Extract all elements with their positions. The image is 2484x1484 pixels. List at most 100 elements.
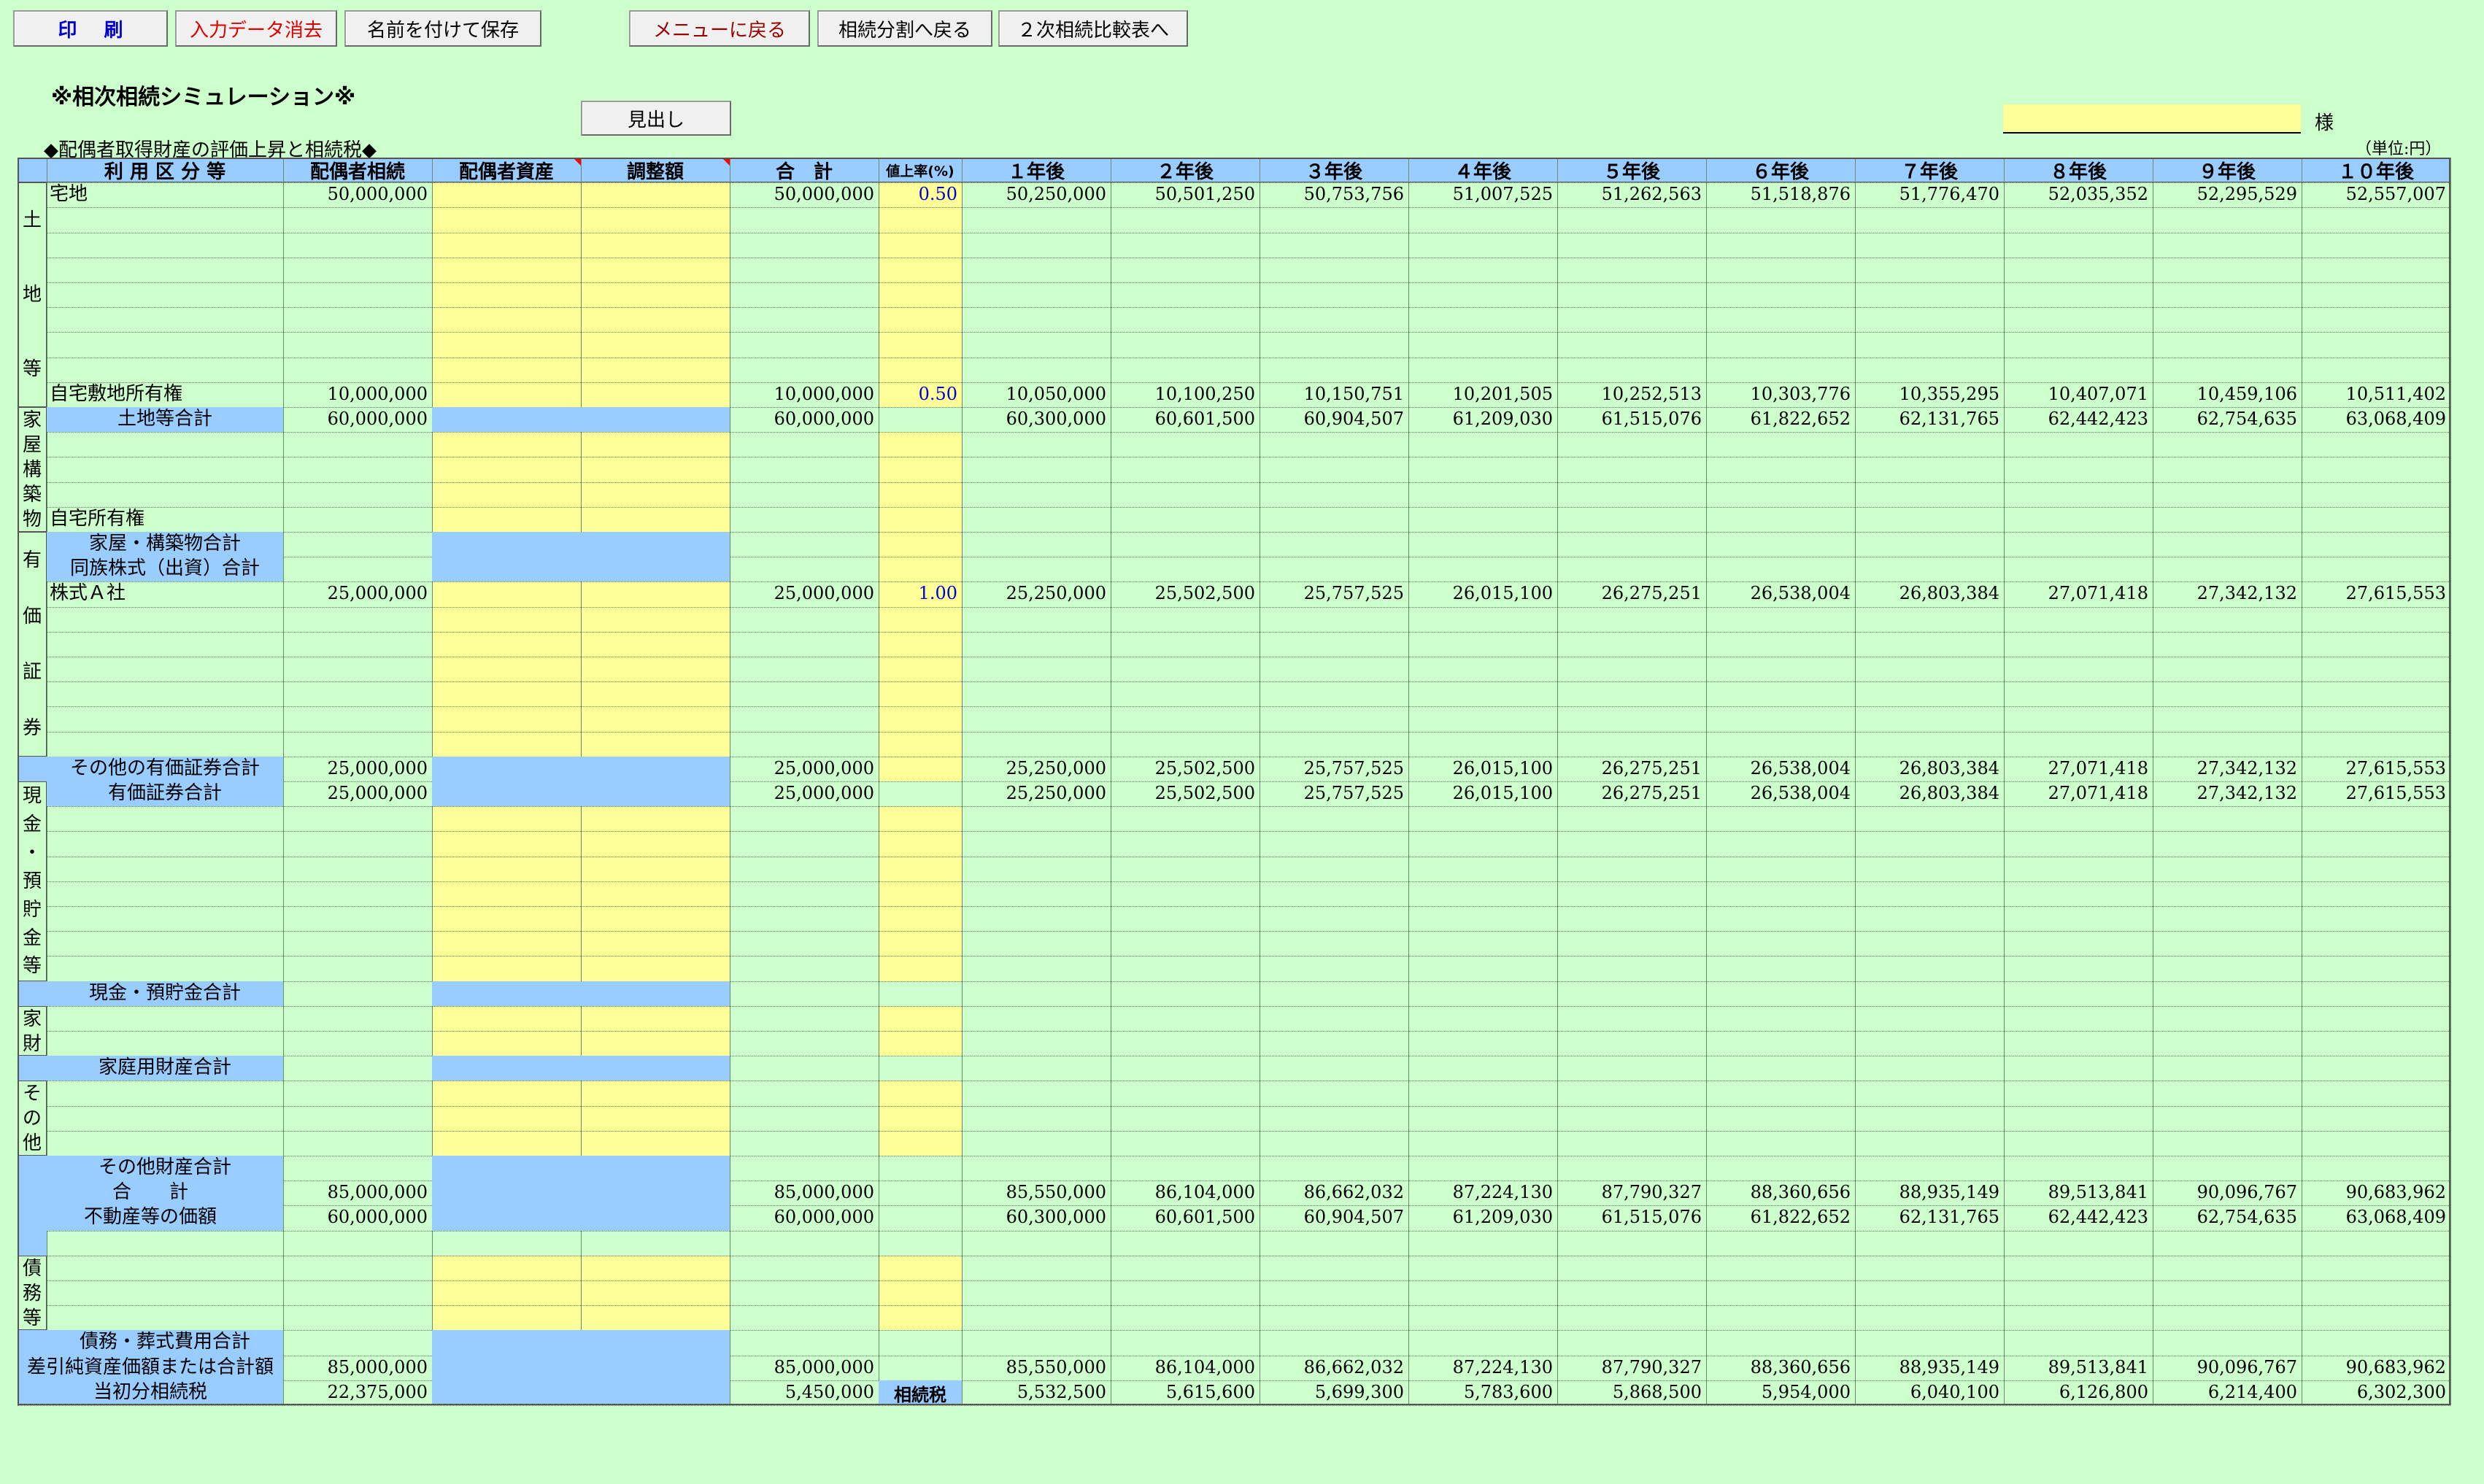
- input-block-spouse-assets[interactable]: [432, 182, 581, 407]
- back-to-division-button[interactable]: 相続分割へ戻る: [817, 10, 992, 47]
- takuchi-row-spouse: 50,000,000: [327, 184, 428, 204]
- save-as-button[interactable]: 名前を付けて保存: [344, 10, 541, 47]
- land-total-row-year-7: 62,131,765: [1899, 409, 1999, 429]
- land-total-row-year-2: 60,601,500: [1154, 409, 1255, 429]
- unit-label: （単位:円）: [2356, 140, 2442, 158]
- grand-total-row-spouse: 85,000,000: [327, 1182, 428, 1202]
- column-header-year: ５年後: [1602, 161, 1660, 183]
- row-divider: [18, 681, 2450, 682]
- building-total-row-bg-a: [432, 532, 730, 557]
- takuchi-row-year-4: 51,007,525: [1452, 184, 1553, 204]
- stock-a-row-year-8: 27,071,418: [2048, 583, 2148, 603]
- input-block-rate[interactable]: [879, 806, 962, 981]
- initial-tax-row-year-10: 6,302,300: [2356, 1382, 2446, 1402]
- section-label-cash: 現金・預貯金等: [18, 781, 47, 981]
- securities-total-row-year-2: 25,502,500: [1154, 783, 1255, 803]
- stock-a-row-year-6: 26,538,004: [1750, 583, 1851, 603]
- compare-secondary-button[interactable]: ２次相続比較表へ: [998, 10, 1188, 47]
- row-divider: [18, 282, 2450, 283]
- input-block-spouse-assets[interactable]: [432, 557, 581, 781]
- land-total-row-year-8: 62,442,423: [2048, 409, 2148, 429]
- other-securities-total-row-year-4: 26,015,100: [1452, 758, 1553, 778]
- takuchi-row-year-9: 52,295,529: [2196, 184, 2297, 204]
- home-land-row-total: 10,000,000: [774, 384, 874, 404]
- other-assets-total-row-label: その他財産合計: [98, 1156, 231, 1178]
- column-header-year: ７年後: [1900, 161, 1958, 183]
- takuchi-row-label: 宅地: [50, 183, 88, 205]
- grand-total-row-year-7: 88,935,149: [1899, 1182, 1999, 1202]
- column-header-total: 合 計: [775, 161, 833, 183]
- initial-tax-row-year-3: 5,699,300: [1314, 1382, 1404, 1402]
- other-assets-total-row-bg-a: [432, 1156, 730, 1180]
- takuchi-row-year-10: 52,557,007: [2345, 184, 2446, 204]
- input-block-spouse-assets[interactable]: [432, 1256, 581, 1330]
- initial-tax-row-bg-a: [432, 1380, 730, 1405]
- input-block-adjust[interactable]: [581, 1256, 730, 1330]
- home-land-row-rate[interactable]: 0.50: [879, 382, 962, 407]
- other-securities-total-row-year-10: 27,615,553: [2345, 758, 2446, 778]
- input-block-rate[interactable]: [879, 182, 962, 407]
- input-block-adjust[interactable]: [581, 1081, 730, 1156]
- input-block-rate[interactable]: [879, 432, 962, 557]
- input-block-adjust[interactable]: [581, 557, 730, 781]
- stock-a-row-year-3: 25,757,525: [1303, 583, 1404, 603]
- cash-total-row-bg-a: [432, 981, 730, 1006]
- input-block-spouse-assets[interactable]: [432, 806, 581, 981]
- grand-total-row-year-1: 85,550,000: [1006, 1182, 1106, 1202]
- grand-total-row-year-8: 89,513,841: [2048, 1182, 2148, 1202]
- section-label-debt: 債務等: [18, 1256, 47, 1330]
- net-assets-row-year-2: 86,104,000: [1154, 1357, 1255, 1377]
- row-divider: [18, 881, 2450, 882]
- home-land-row-label: 自宅敷地所有権: [50, 383, 183, 405]
- input-block-rate[interactable]: [879, 1256, 962, 1330]
- stock-a-row-year-7: 26,803,384: [1899, 583, 1999, 603]
- takuchi-row-year-7: 51,776,470: [1899, 184, 1999, 204]
- section-label-household: 家財: [18, 1006, 47, 1056]
- real-estate-value-row-label: 不動産等の価額: [83, 1206, 217, 1228]
- column-header-spouse-inherit: 配偶者相続: [309, 161, 405, 183]
- column-header-year: ６年後: [1751, 161, 1809, 183]
- initial-tax-row-year-2: 5,615,600: [1165, 1382, 1255, 1402]
- other-securities-total-row-year-6: 26,538,004: [1750, 758, 1851, 778]
- grand-total-row-year-3: 86,662,032: [1303, 1182, 1404, 1202]
- grand-total-row-label: 合 計: [112, 1181, 188, 1203]
- takuchi-row-year-3: 50,753,756: [1303, 184, 1404, 204]
- grand-total-row-year-9: 90,096,767: [2196, 1182, 2297, 1202]
- debt-total-row-bg-a: [432, 1330, 730, 1356]
- stock-a-row-year-9: 27,342,132: [2196, 583, 2297, 603]
- clear-input-button[interactable]: 入力データ消去: [175, 10, 337, 47]
- home-land-row-year-8: 10,407,071: [2048, 384, 2148, 404]
- stock-a-row-spouse: 25,000,000: [327, 583, 428, 603]
- real-estate-value-row-year-7: 62,131,765: [1899, 1207, 1999, 1227]
- column-header-year: ８年後: [2049, 161, 2107, 183]
- securities-total-row-year-5: 26,275,251: [1601, 783, 1702, 803]
- securities-total-row-year-7: 26,803,384: [1899, 783, 1999, 803]
- row-divider: [18, 831, 2450, 832]
- other-securities-total-row-year-7: 26,803,384: [1899, 758, 1999, 778]
- takuchi-row-year-8: 52,035,352: [2048, 184, 2148, 204]
- real-estate-value-row-year-1: 60,300,000: [1006, 1207, 1106, 1227]
- net-assets-row-year-5: 87,790,327: [1601, 1357, 1702, 1377]
- input-block-spouse-assets[interactable]: [432, 1081, 581, 1156]
- securities-total-row-year-10: 27,615,553: [2345, 783, 2446, 803]
- initial-tax-row-year-6: 5,954,000: [1761, 1382, 1851, 1402]
- row-divider: [18, 906, 2450, 907]
- stock-a-row-label: 株式Ａ社: [50, 582, 126, 604]
- home-building-label: 自宅所有権: [50, 508, 145, 530]
- takuchi-row-year-2: 50,501,250: [1154, 184, 1255, 204]
- net-assets-row-label: 差引純資産価額または合計額: [26, 1356, 274, 1378]
- grand-total-row-year-4: 87,224,130: [1452, 1182, 1553, 1202]
- input-block-adjust[interactable]: [581, 182, 730, 407]
- securities-total-row-spouse: 25,000,000: [327, 783, 428, 803]
- back-to-menu-button[interactable]: メニューに戻る: [629, 10, 810, 47]
- row-divider: [18, 307, 2450, 308]
- input-block-adjust[interactable]: [581, 806, 730, 981]
- heading-button[interactable]: 見出し: [581, 101, 731, 136]
- print-button[interactable]: 印 刷: [13, 10, 168, 47]
- client-name-field[interactable]: [2003, 104, 2301, 134]
- input-block-rate[interactable]: [879, 1081, 962, 1156]
- stock-a-row-rate[interactable]: 1.00: [879, 581, 962, 607]
- takuchi-row-rate[interactable]: 0.50: [879, 182, 962, 207]
- land-total-row-year-4: 61,209,030: [1452, 409, 1553, 429]
- row-divider: [18, 1330, 2450, 1331]
